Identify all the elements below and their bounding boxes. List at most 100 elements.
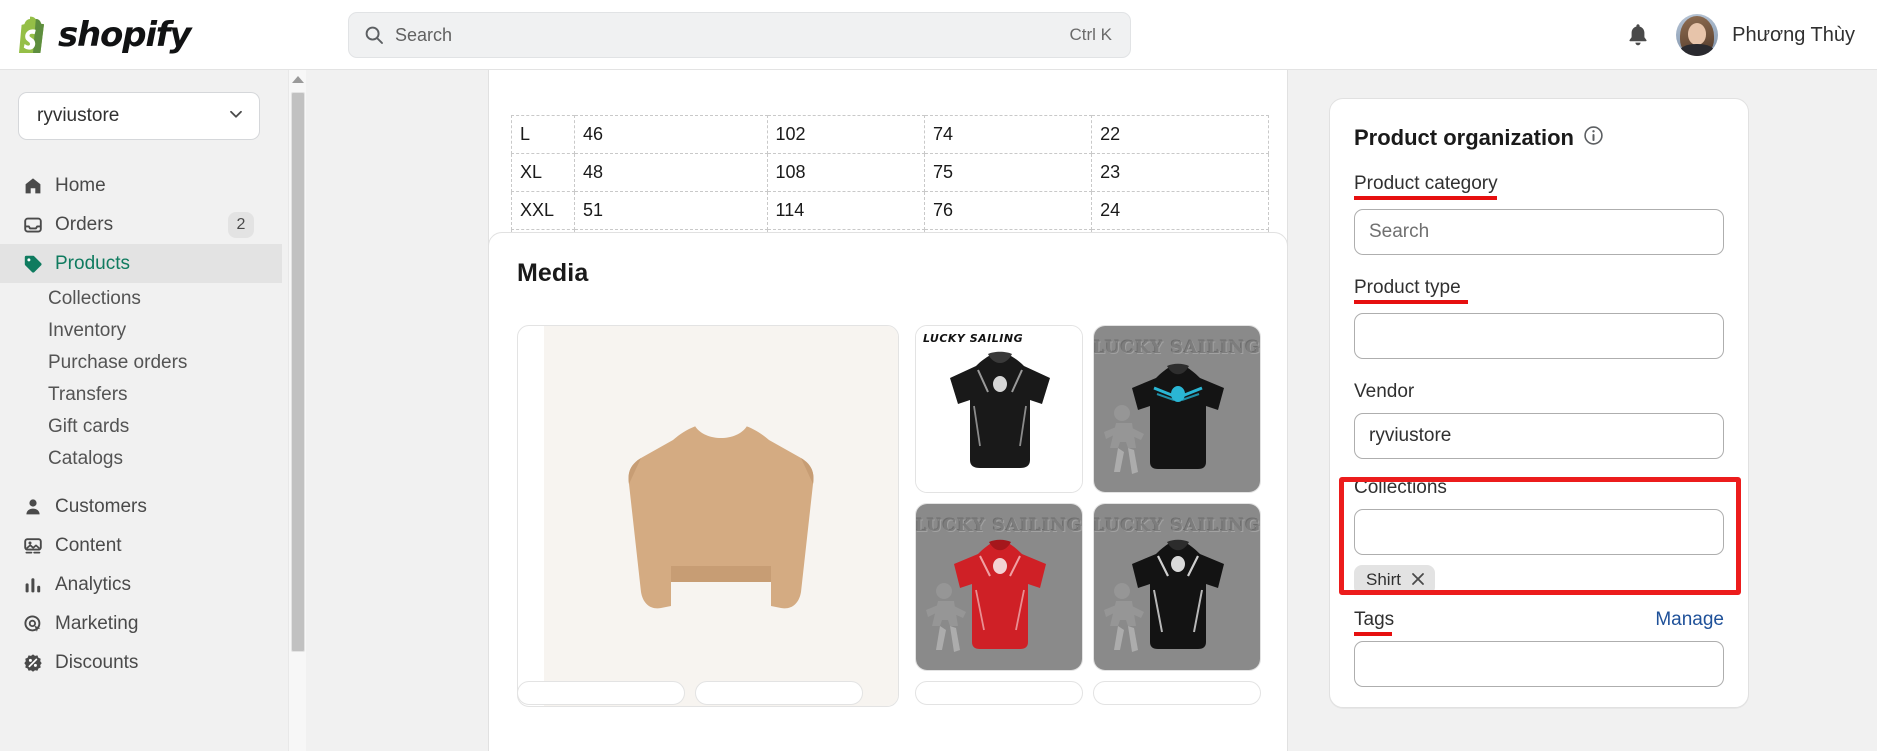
cell-value: 76: [924, 191, 1093, 230]
info-icon[interactable]: [1583, 125, 1604, 151]
cell-value: 108: [766, 153, 926, 192]
media-thumbnail[interactable]: [517, 681, 685, 705]
product-type-label: Product type: [1354, 277, 1468, 304]
cell-value: 74: [924, 115, 1093, 154]
sidebar-item-catalogs[interactable]: Catalogs: [0, 443, 282, 475]
cell-value: 24: [1091, 191, 1269, 230]
bar-chart-icon: [23, 575, 49, 595]
cell-size: L: [510, 115, 576, 154]
sidebar-item-customers[interactable]: Customers: [0, 487, 282, 526]
media-thumbnail[interactable]: [695, 681, 863, 705]
shopify-logo[interactable]: shopify: [16, 14, 192, 55]
sidebar-item-label: Products: [55, 252, 130, 274]
sidebar-item-analytics[interactable]: Analytics: [0, 565, 282, 604]
cell-size: XXL: [510, 191, 576, 230]
cell-value: 22: [1091, 115, 1269, 154]
image-icon: [23, 536, 49, 556]
chevron-down-icon: [227, 105, 245, 128]
cell-value: 48: [574, 153, 768, 192]
tag-icon: [23, 254, 49, 274]
brand-label: LUCKY SAILING: [923, 332, 1024, 345]
cell-value: 23: [1091, 153, 1269, 192]
vendor-input[interactable]: [1354, 413, 1724, 459]
store-name: ryviustore: [37, 105, 120, 126]
sidebar-nav: Home Orders 2 Products Collections Inven…: [0, 166, 282, 682]
person-icon: [23, 497, 49, 517]
brand-label: LUCKY SAILING: [1093, 516, 1261, 536]
media-main-image[interactable]: [517, 325, 899, 707]
sidebar-item-orders[interactable]: Orders 2: [0, 205, 282, 244]
media-thumbnail[interactable]: LUCKY SAILING: [915, 503, 1083, 671]
discount-icon: [23, 653, 49, 673]
manage-tags-link[interactable]: Manage: [1655, 609, 1724, 631]
vendor-label: Vendor: [1354, 381, 1415, 402]
bell-icon[interactable]: [1626, 22, 1650, 48]
runner-silhouette-icon: [1104, 583, 1144, 652]
page-scrollbar[interactable]: [288, 70, 306, 751]
orders-count-badge: 2: [228, 211, 254, 238]
product-type-input[interactable]: [1354, 313, 1724, 359]
sidebar-subitem-label: Catalogs: [48, 448, 123, 469]
cell-size: XL: [510, 153, 576, 192]
store-switcher[interactable]: ryviustore: [18, 92, 260, 140]
black-tshirt-gray-bg-image-2: LUCKY SAILING: [1094, 504, 1260, 670]
tags-row: Tags Manage: [1354, 609, 1724, 636]
sidebar-item-label: Content: [55, 534, 122, 556]
search-shortcut-hint: Ctrl K: [1069, 25, 1113, 44]
table-row: L 46 102 74 22: [510, 115, 1269, 154]
target-icon: [23, 614, 49, 634]
collection-chip-shirt[interactable]: Shirt: [1354, 565, 1435, 595]
sidebar-item-label: Analytics: [55, 573, 132, 595]
sidebar-item-inventory[interactable]: Inventory: [0, 315, 282, 347]
media-thumbnail[interactable]: LUCKY SAILING: [915, 325, 1083, 493]
tags-input[interactable]: [1354, 641, 1724, 687]
sidebar-item-purchase-orders[interactable]: Purchase orders: [0, 347, 282, 379]
sidebar-item-products[interactable]: Products: [0, 244, 282, 283]
sidebar: ryviustore Home Orders 2 Products Collec…: [0, 70, 282, 751]
beige-sweater-image: [628, 421, 814, 608]
table-row: XXL 51 114 76 24: [510, 191, 1269, 230]
media-thumbnail[interactable]: [1093, 681, 1261, 705]
sidebar-subitem-label: Gift cards: [48, 416, 130, 437]
black-tshirt-white-bg-image: LUCKY SAILING: [916, 326, 1082, 492]
main-content: L 46 102 74 22 XL 48 108 75 23 XXL 51 11…: [306, 70, 1877, 751]
cell-value: 51: [574, 191, 768, 230]
sidebar-item-discounts[interactable]: Discounts: [0, 643, 282, 682]
sidebar-item-collections[interactable]: Collections: [0, 283, 282, 315]
close-icon[interactable]: [1411, 572, 1425, 589]
red-tshirt-gray-bg-image: LUCKY SAILING: [916, 504, 1082, 670]
cell-value: 75: [924, 153, 1093, 192]
sidebar-item-marketing[interactable]: Marketing: [0, 604, 282, 643]
sidebar-item-label: Orders: [55, 213, 114, 235]
sidebar-item-content[interactable]: Content: [0, 526, 282, 565]
scrollbar-thumb[interactable]: [291, 92, 305, 652]
sidebar-item-home[interactable]: Home: [0, 166, 282, 205]
product-organization-header: Product organization: [1354, 125, 1724, 151]
product-category-label: Product category: [1354, 173, 1498, 200]
sidebar-item-transfers[interactable]: Transfers: [0, 379, 282, 411]
chip-label: Shirt: [1366, 570, 1401, 589]
sidebar-subitem-label: Transfers: [48, 384, 128, 405]
product-category-input[interactable]: [1354, 209, 1724, 255]
sidebar-subitem-label: Inventory: [48, 320, 127, 341]
media-thumbnail[interactable]: LUCKY SAILING: [1093, 325, 1261, 493]
global-search-input[interactable]: Search Ctrl K: [348, 12, 1131, 58]
sidebar-item-gift-cards[interactable]: Gift cards: [0, 411, 282, 443]
scroll-up-arrow-icon[interactable]: [292, 76, 304, 83]
tags-label: Tags: [1354, 609, 1395, 636]
product-organization-card: Product organization Product category Pr…: [1329, 98, 1749, 708]
brand-label: LUCKY SAILING: [1093, 338, 1261, 358]
collections-label: Collections: [1354, 477, 1447, 498]
brand-label: LUCKY SAILING: [915, 516, 1083, 536]
cell-value: 114: [766, 191, 926, 230]
media-section-title: Media: [517, 259, 589, 287]
media-thumbnail[interactable]: LUCKY SAILING: [1093, 503, 1261, 671]
user-menu[interactable]: Phương Thùy: [1676, 14, 1855, 56]
brand-wordmark: shopify: [58, 14, 192, 55]
sidebar-item-label: Home: [55, 174, 106, 196]
media-thumbnail[interactable]: [915, 681, 1083, 705]
collections-input[interactable]: [1354, 509, 1724, 555]
sidebar-item-label: Marketing: [55, 612, 139, 634]
table-row: XL 48 108 75 23: [510, 153, 1269, 192]
black-tshirt-gray-bg-image: LUCKY SAILING: [1094, 326, 1260, 492]
